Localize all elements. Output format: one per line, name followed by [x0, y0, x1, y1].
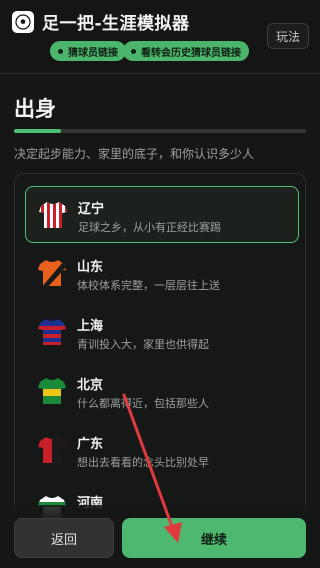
option-desc: 足球之乡，从小有正经比赛踢: [78, 221, 221, 234]
app-header: 足一把-生涯模拟器 玩法 猜球员链接 看转会历史猜球员链接: [0, 0, 320, 73]
guess-player-link-label: 猜球员链接: [68, 47, 118, 59]
option-desc: 想出去看看的念头比别处早: [77, 456, 209, 469]
red-white-striped-jersey-icon: [39, 202, 67, 228]
red-black-jersey-icon: [38, 437, 66, 463]
green-yellow-jersey-icon: [38, 378, 66, 404]
guess-player-link[interactable]: 猜球员链接: [50, 41, 126, 61]
option-liaoning[interactable]: 辽宁 足球之乡，从小有正经比赛踢: [25, 186, 299, 243]
option-desc: 体校体系完整，一层层往上送: [77, 279, 220, 292]
option-shandong[interactable]: 山东 体校体系完整，一层层往上送: [25, 245, 299, 302]
option-desc: 青训投入大，家里也供得起: [77, 338, 209, 351]
app-title: 足一把-生涯模拟器: [42, 14, 190, 34]
howto-button[interactable]: 玩法: [267, 23, 309, 49]
option-desc: 什么都离得近，包括那些人: [77, 397, 209, 410]
bullet-icon: [58, 48, 63, 54]
progress-fill: [14, 129, 61, 133]
transfer-history-link[interactable]: 看转会历史猜球员链接: [123, 41, 249, 61]
continue-button[interactable]: 继续: [122, 518, 306, 558]
progress-bar: [14, 129, 306, 133]
page-subtitle: 决定起步能力、家里的底子，和你认识多少人: [14, 147, 255, 161]
transfer-history-link-label: 看转会历史猜球员链接: [141, 47, 241, 59]
back-button[interactable]: 返回: [14, 518, 114, 558]
bullet-icon: [131, 48, 136, 54]
option-name: 辽宁: [78, 202, 105, 217]
option-guangdong[interactable]: 广东 想出去看看的念头比别处早: [25, 422, 299, 479]
header-divider: [0, 73, 320, 74]
option-shanghai[interactable]: 上海 青训投入大，家里也供得起: [25, 304, 299, 361]
blue-red-striped-jersey-icon: [38, 319, 66, 345]
page-title: 出身: [14, 97, 56, 121]
option-name: 北京: [77, 378, 104, 393]
option-beijing[interactable]: 北京 什么都离得近，包括那些人: [25, 363, 299, 420]
orange-black-jersey-icon: [38, 260, 66, 286]
option-name: 山东: [77, 260, 104, 275]
option-name: 广东: [77, 437, 104, 452]
option-name: 上海: [77, 319, 104, 334]
soccer-ball-icon: [12, 11, 34, 33]
